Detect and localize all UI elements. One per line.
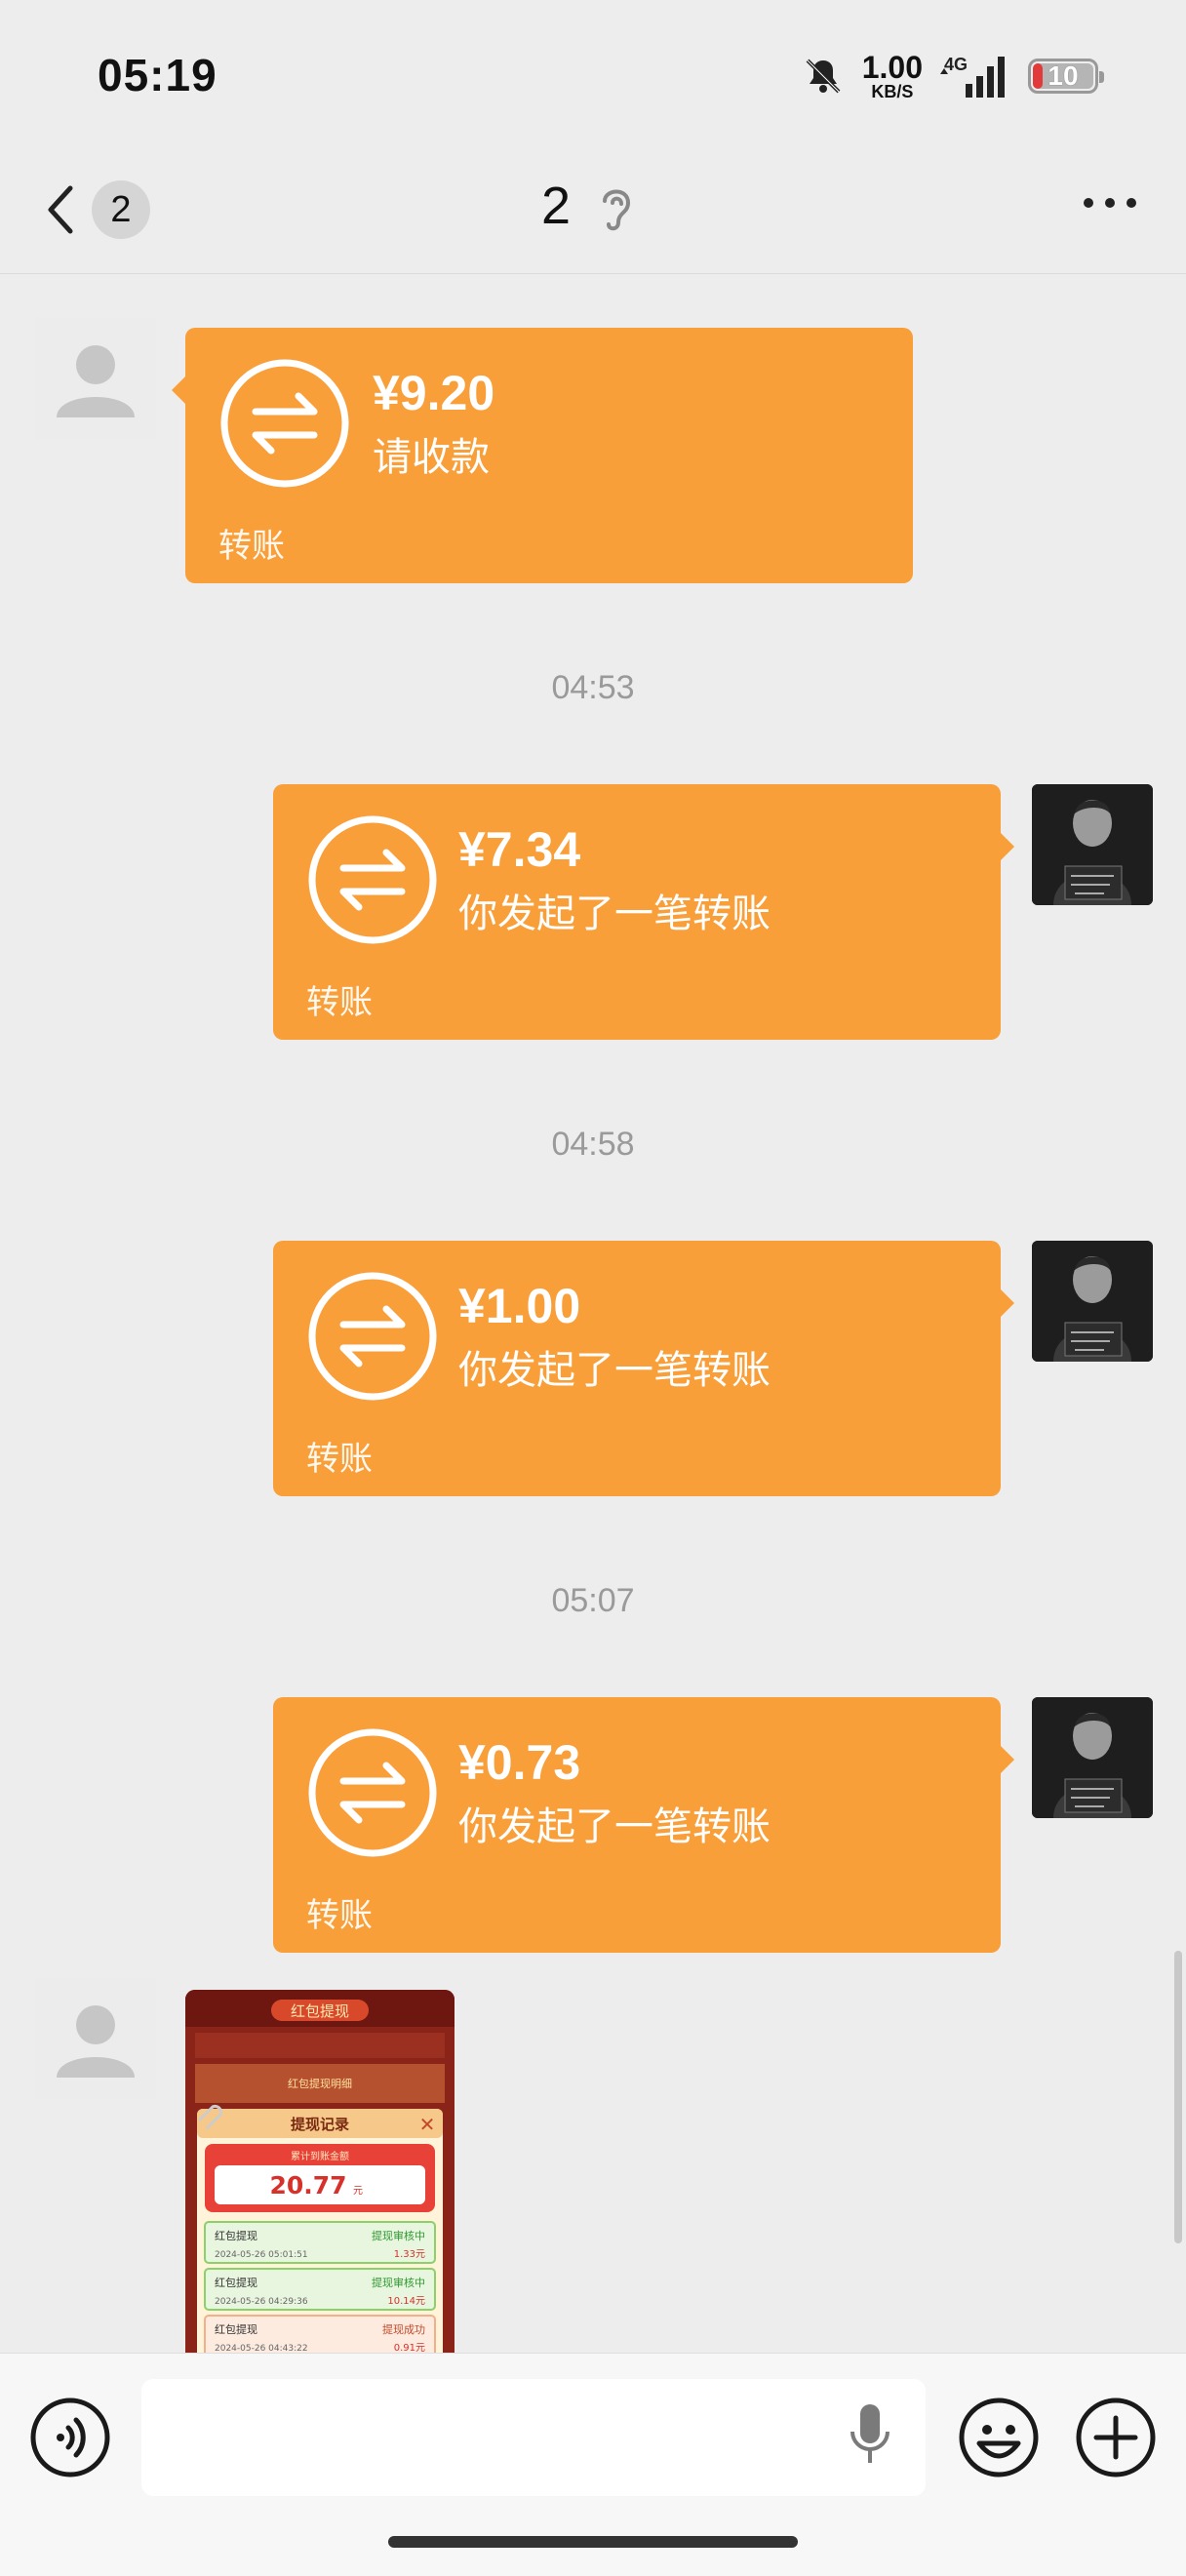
transfer-desc: 你发起了一笔转账 [458,1805,771,1848]
svg-text:提现成功: 提现成功 [382,2323,425,2336]
svg-text:1.33元: 1.33元 [394,2249,425,2260]
transfer-desc: 请收款 [373,436,490,479]
transfer-icon [220,359,349,488]
chat-messages[interactable]: ¥9.20 请收款 转账 04:53 ¥7.34 你发起了一笔转账 转账 04:… [0,275,1186,2353]
thumb-total-amount: 20.77 [269,2171,346,2200]
thumb-total-label: 累计到账金额 [291,2150,349,2162]
image-message[interactable]: 红包提现 红包提现明细 提现记录 ✕ 累计到账金额 20.77 元 红包提现 提… [185,1990,455,2353]
user-avatar[interactable] [1032,1241,1153,1362]
thumb-record: 红包提现 提现成功 2024-05-26 04:43:22 0.91元 [204,2315,436,2353]
status-icons: 1.00 KB/S 4G 10 [802,47,1104,105]
transfer-message[interactable]: ¥1.00 你发起了一笔转账 转账 [273,1241,1014,1496]
scrollbar[interactable] [1174,1951,1182,2243]
timestamp: 04:53 [551,669,635,706]
svg-text:提现审核中: 提现审核中 [372,2276,425,2289]
transfer-amount: ¥7.34 [458,822,581,877]
svg-text:红包提现: 红包提现 [215,2230,257,2242]
back-button[interactable]: 2 [43,176,160,244]
user-avatar[interactable] [1032,1697,1153,1818]
default-avatar-icon [57,2005,135,2078]
user-photo [1032,1697,1153,1818]
user-avatar[interactable] [1032,784,1153,905]
screenshot-thumbnail: 红包提现 红包提现明细 提现记录 ✕ 累计到账金额 20.77 元 红包提现 提… [185,1990,455,2353]
thumb-record: 红包提现 提现审核中 2024-05-26 04:29:36 10.14元 [204,2268,436,2311]
battery-indicator: 10 [1028,59,1104,94]
svg-text:2024-05-26 04:29:36: 2024-05-26 04:29:36 [215,2297,308,2307]
transfer-message[interactable]: ¥7.34 你发起了一笔转账 转账 [273,784,1014,1040]
thumb-total-unit: 元 [353,2186,363,2197]
transfer-message[interactable]: ¥9.20 请收款 转账 [172,328,913,583]
svg-text:10.14元: 10.14元 [387,2296,425,2307]
network-speed: 1.00 KB/S [861,50,923,101]
status-time: 05:19 [98,50,217,100]
unread-badge: 2 [92,180,150,239]
svg-text:0.91元: 0.91元 [394,2343,425,2353]
contact-avatar[interactable] [35,1978,156,2099]
emoji-icon[interactable] [958,2397,1040,2478]
user-photo [1032,1241,1153,1362]
transfer-icon [308,815,437,944]
thumb-panel-title: 提现记录 [291,2116,349,2133]
transfer-label: 转账 [218,528,285,565]
voice-icon[interactable] [29,2397,111,2478]
plus-icon[interactable] [1075,2397,1157,2478]
transfer-label: 转账 [306,984,373,1021]
thumb-header: 红包提现 [291,2002,349,2020]
transfer-amount: ¥9.20 [373,366,495,420]
svg-text:红包提现: 红包提现 [215,2277,257,2289]
svg-text:4G: 4G [944,55,968,74]
timestamp: 04:58 [551,1126,635,1163]
transfer-label: 转账 [306,1441,373,1478]
contact-avatar[interactable] [35,318,156,439]
transfer-message[interactable]: ¥0.73 你发起了一笔转账 转账 [273,1697,1014,1953]
ear-icon [603,189,631,231]
svg-text:2024-05-26 05:01:51: 2024-05-26 05:01:51 [215,2250,308,2260]
default-avatar-icon [57,345,135,417]
transfer-amount: ¥1.00 [458,1279,581,1333]
back-chevron-icon [48,185,73,234]
signal-icon: 4G [940,55,1005,98]
transfer-desc: 你发起了一笔转账 [458,1349,771,1392]
thumb-subheader: 红包提现明细 [288,2078,352,2090]
chat-title: 2 [541,177,572,235]
user-photo [1032,784,1153,905]
svg-text:红包提现: 红包提现 [215,2323,257,2336]
transfer-icon [308,1272,437,1401]
home-indicator[interactable] [388,2536,798,2548]
timestamp: 05:07 [551,1582,635,1619]
thumb-record: 红包提现 提现审核中 2024-05-26 05:01:51 1.33元 [204,2221,436,2264]
mic-icon[interactable] [847,2400,893,2475]
transfer-label: 转账 [306,1897,373,1934]
svg-text:提现审核中: 提现审核中 [372,2229,425,2242]
svg-text:✕: ✕ [419,2113,436,2136]
chat-header: 2 2 [0,146,1186,274]
message-input[interactable] [141,2379,926,2496]
more-icon[interactable] [1083,193,1137,213]
transfer-amount: ¥0.73 [458,1735,581,1790]
status-bar: 05:19 1.00 KB/S 4G 10 [0,0,1186,146]
bell-muted-icon [806,59,841,94]
transfer-desc: 你发起了一笔转账 [458,892,771,935]
transfer-icon [308,1728,437,1857]
svg-text:2024-05-26 04:43:22: 2024-05-26 04:43:22 [215,2344,308,2353]
